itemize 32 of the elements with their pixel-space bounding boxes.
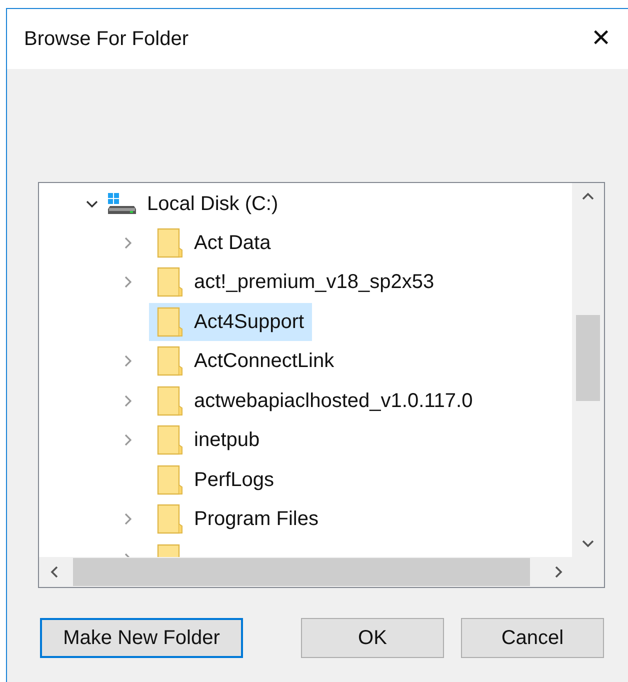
window-title: Browse For Folder <box>24 27 188 52</box>
ok-button[interactable]: OK <box>301 618 444 658</box>
scroll-right-icon[interactable] <box>554 565 564 579</box>
scroll-up-icon[interactable] <box>581 191 595 201</box>
horizontal-scrollbar[interactable] <box>39 557 604 587</box>
new-folder-button[interactable]: Make New Folder <box>40 618 243 658</box>
scroll-left-icon[interactable] <box>49 565 59 579</box>
tree-item[interactable]: Act4Support <box>149 302 312 341</box>
tree-item[interactable]: Program Files <box>149 500 326 538</box>
tree-item[interactable]: actwebapiaclhosted_v1.0.117.0 <box>149 382 481 420</box>
folder-icon <box>157 346 183 376</box>
tree-item[interactable]: Local Disk (C:) <box>39 184 572 223</box>
folder-icon <box>157 306 183 337</box>
tree-item[interactable]: inetpub <box>149 421 268 460</box>
close-button[interactable]: ✕ <box>591 27 611 51</box>
scroll-down-icon[interactable] <box>581 539 595 549</box>
tree-item[interactable]: Act Data <box>149 224 279 262</box>
folder-icon <box>157 267 183 298</box>
tree-item[interactable]: ActConnectLink <box>149 342 342 380</box>
tree-item[interactable]: PerfLogs <box>149 460 282 499</box>
scroll-thumb[interactable] <box>73 558 530 586</box>
cancel-button[interactable]: Cancel <box>461 618 604 658</box>
folder-icon <box>157 504 183 534</box>
tree-item[interactable]: act!_premium_v18_sp2x53 <box>149 263 442 302</box>
folder-icon <box>157 386 183 416</box>
tree-item-label: Local Disk (C:) <box>147 192 278 216</box>
folder-icon <box>157 228 183 258</box>
vertical-scrollbar[interactable] <box>572 183 604 557</box>
drive-icon <box>107 192 137 216</box>
scroll-thumb[interactable] <box>576 315 600 401</box>
folder-icon <box>157 425 183 456</box>
folder-icon <box>157 464 183 495</box>
